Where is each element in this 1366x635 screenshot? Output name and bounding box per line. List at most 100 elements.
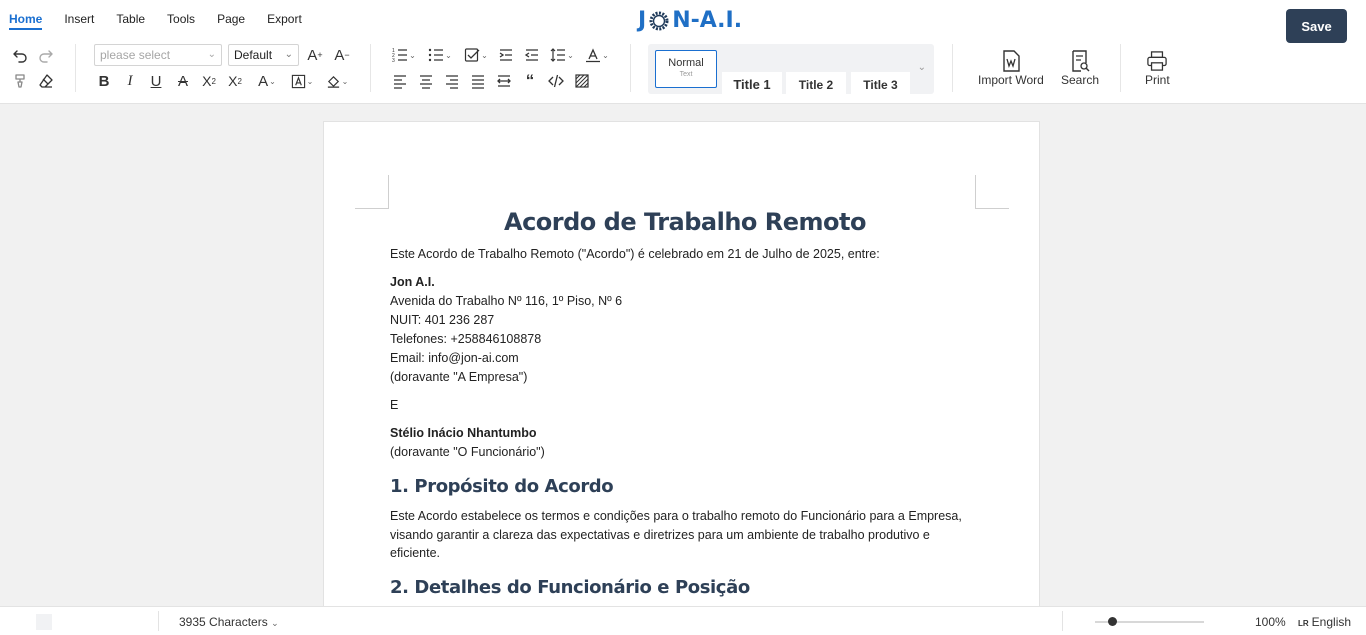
character-count-label: 3935 Characters [179, 615, 268, 629]
outdent-icon[interactable] [523, 46, 541, 64]
search-label: Search [1061, 73, 1100, 87]
font-size-select[interactable]: Default ⌄ [228, 44, 299, 66]
align-justify-icon[interactable] [469, 72, 487, 90]
underline-icon[interactable]: U [147, 72, 165, 90]
italic-icon[interactable]: I [121, 72, 139, 90]
page-thumbnail-toggle[interactable] [36, 614, 52, 630]
style-normal-sublabel: Text [679, 71, 693, 78]
ordered-list-icon[interactable]: 1 2 3 ⌄ [391, 46, 417, 64]
font-color-icon[interactable]: A ⌄ [254, 72, 280, 90]
employee-name: Stélio Inácio Nhantumbo [390, 426, 537, 440]
toolbar-separator [1120, 44, 1121, 92]
character-count[interactable]: 3935 Characters ⌄ [179, 615, 279, 629]
superscript-icon[interactable]: X2 [226, 72, 244, 90]
company-block: Jon A.I. Avenida do Trabalho Nº 116, 1º … [390, 273, 980, 387]
format-painter-icon[interactable] [11, 72, 29, 90]
print-button[interactable]: Print [1145, 50, 1170, 87]
logo-text-left: J [638, 8, 647, 33]
company-address: Avenida do Trabalho Nº 116, 1º Piso, Nº … [390, 294, 623, 308]
font-family-select[interactable]: please select ⌄ [94, 44, 222, 66]
align-left-icon[interactable] [391, 72, 409, 90]
zoom-slider-thumb[interactable] [1108, 617, 1117, 626]
logo: J N-A.I. [638, 8, 742, 33]
company-phones: Telefones: +258846108878 [390, 332, 542, 346]
company-email: Email: info@jon-ai.com [390, 351, 519, 365]
menu-tools[interactable]: Tools [167, 0, 195, 36]
distribute-icon[interactable] [495, 72, 513, 90]
language-selector[interactable]: LR English [1298, 615, 1351, 629]
language-icon: LR [1298, 619, 1309, 628]
status-separator [1062, 611, 1063, 631]
align-center-icon[interactable] [417, 72, 435, 90]
toolbar-separator [370, 44, 371, 92]
section-1-heading: 1. Propósito do Acordo [390, 476, 614, 497]
highlight-color-icon[interactable]: ⌄ [288, 72, 316, 90]
subscript-icon[interactable]: X2 [200, 72, 218, 90]
print-label: Print [1145, 73, 1170, 87]
intro-paragraph: Este Acordo de Trabalho Remoto ("Acordo"… [390, 247, 880, 261]
search-button[interactable]: Search [1061, 50, 1099, 87]
increase-font-size-icon[interactable]: A + [306, 46, 324, 64]
code-icon[interactable] [547, 72, 565, 90]
page-margin-corner [975, 175, 1009, 209]
printer-icon [1147, 51, 1168, 71]
line-height-icon[interactable]: ⌄ [550, 46, 574, 64]
decrease-font-size-icon[interactable]: A − [333, 46, 351, 64]
menu-export[interactable]: Export [267, 0, 302, 36]
menu-page[interactable]: Page [217, 0, 245, 36]
shading-icon[interactable] [573, 72, 591, 90]
status-bar: 3935 Characters ⌄ 100% LR English [0, 606, 1366, 635]
menu-home[interactable]: Home [9, 0, 43, 30]
language-label: English [1311, 615, 1352, 629]
redo-icon[interactable] [37, 46, 55, 64]
toolbar-separator [75, 44, 76, 92]
style-title-3[interactable]: Title 3 [851, 72, 910, 94]
font-family-placeholder: please select [100, 48, 171, 62]
chevron-down-icon: ⌄ [207, 49, 216, 60]
svg-text:3: 3 [392, 58, 395, 63]
style-title-2[interactable]: Title 2 [786, 72, 846, 94]
document-page[interactable]: Acordo de Trabalho Remoto Este Acordo de… [323, 121, 1040, 611]
chevron-down-icon: ⌄ [271, 618, 279, 628]
undo-icon[interactable] [11, 46, 29, 64]
menu-bar: Home Insert Table Tools Page Export [0, 0, 315, 36]
section-1-paragraph: Este Acordo estabelece os termos e condi… [390, 509, 962, 560]
employee-block: Stélio Inácio Nhantumbo (doravante "O Fu… [390, 424, 980, 462]
logo-text-right: N-A.I. [672, 8, 743, 33]
style-title-1[interactable]: Title 1 [722, 72, 782, 94]
import-word-label: Import Word [978, 73, 1044, 87]
bold-icon[interactable]: B [95, 72, 113, 90]
page-margin-corner [355, 175, 389, 209]
style-normal-label: Normal [668, 57, 704, 69]
company-name: Jon A.I. [390, 275, 435, 289]
company-nuit: NUIT: 401 236 287 [390, 313, 495, 327]
style-normal[interactable]: Normal Text [655, 50, 717, 88]
save-button[interactable]: Save [1286, 9, 1347, 43]
employee-alias: (doravante "O Funcionário") [390, 445, 545, 459]
toolbar-separator [630, 44, 631, 92]
align-right-icon[interactable] [443, 72, 461, 90]
text-style-icon[interactable]: ⌄ [584, 46, 610, 64]
eraser-icon[interactable] [37, 72, 55, 90]
strikethrough-icon[interactable]: A [174, 72, 192, 90]
import-word-button[interactable]: Import Word [978, 50, 1044, 87]
paint-bucket-icon[interactable]: ⌄ [323, 72, 351, 90]
paragraph-styles-panel: Normal Text Title 1 Title 2 Title 3 ⌄ [648, 44, 934, 94]
menu-insert[interactable]: Insert [64, 0, 94, 36]
chevron-down-icon[interactable]: ⌄ [918, 62, 926, 73]
quote-icon[interactable]: “ [521, 71, 539, 90]
top-toolbar: Home Insert Table Tools Page Export J N-… [0, 0, 1366, 104]
zoom-level: 100% [1255, 615, 1286, 629]
word-document-icon [1003, 50, 1020, 72]
document-body[interactable]: Acordo de Trabalho Remoto Este Acordo de… [390, 208, 980, 608]
indent-icon[interactable] [497, 46, 515, 64]
document-title: Acordo de Trabalho Remoto [504, 208, 866, 236]
company-alias: (doravante "A Empresa") [390, 370, 528, 384]
font-size-value: Default [234, 48, 273, 62]
menu-table[interactable]: Table [116, 0, 145, 36]
section-2-heading: 2. Detalhes do Funcionário e Posição [390, 576, 750, 598]
checklist-icon[interactable]: ⌄ [463, 46, 489, 64]
toolbar-separator [952, 44, 953, 92]
status-separator [158, 611, 159, 631]
bullet-list-icon[interactable]: ⌄ [427, 46, 453, 64]
